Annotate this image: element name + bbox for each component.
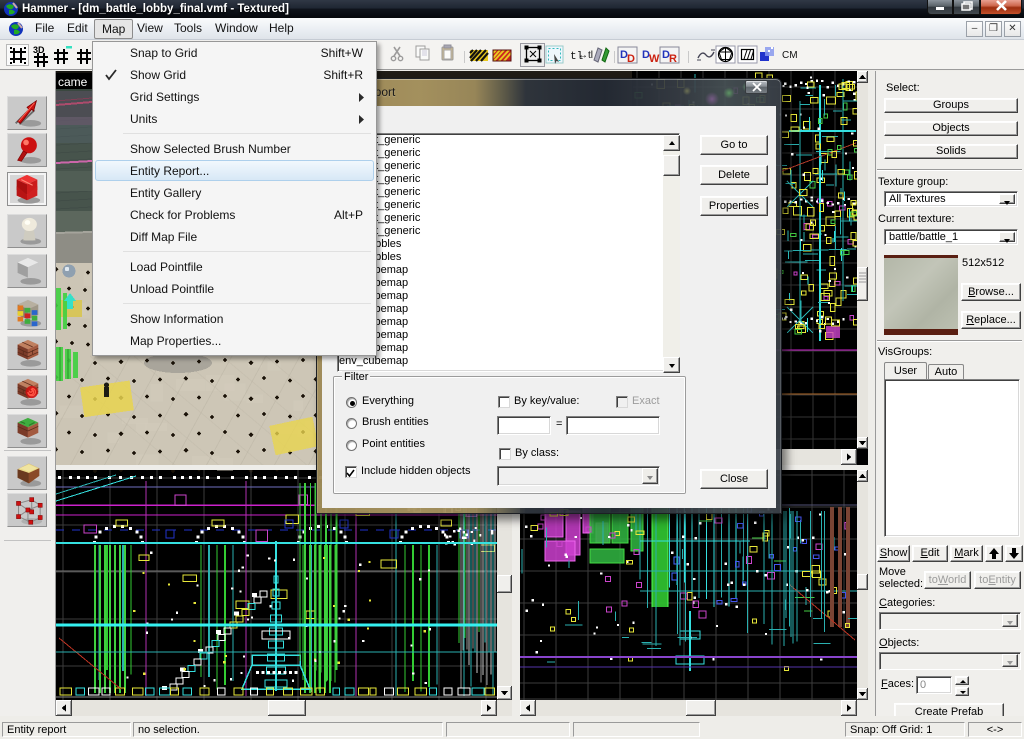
svg-text:CM: CM (782, 50, 798, 61)
svg-text:R: R (669, 53, 677, 65)
svg-text:W: W (649, 53, 660, 65)
svg-text:D: D (627, 53, 635, 65)
svg-text:came: came (58, 75, 88, 89)
svg-text:↔tl: ↔tl (578, 50, 593, 61)
